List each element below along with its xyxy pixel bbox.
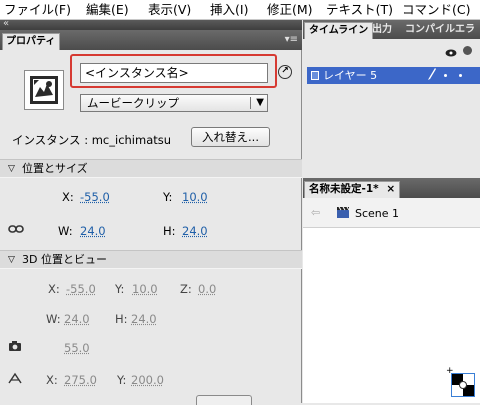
menu-modify[interactable]: 修正(M) — [267, 2, 313, 17]
x3d-value[interactable]: -55.0 — [66, 282, 96, 296]
symbol-type-select[interactable]: ムービークリップ ▼ — [80, 94, 268, 112]
properties-panel: « プロパティ ▾≡ <インスタンス名> ↗ ムービークリップ ▼ インスタンス… — [0, 18, 302, 405]
perspective-angle-value[interactable]: 55.0 — [64, 341, 90, 355]
w3d-label: W: — [46, 312, 61, 326]
pencil-icon — [427, 67, 437, 86]
vanish-y-label: Y: — [117, 373, 127, 387]
menu-commands[interactable]: コマンド(C) — [402, 2, 470, 17]
scene-label[interactable]: Scene 1 — [355, 207, 399, 220]
w-label: W: — [58, 224, 73, 238]
visibility-dot[interactable] — [444, 74, 447, 77]
vanish-x-label: X: — [46, 373, 58, 387]
document-tab-label: 名称未設定-1* — [309, 183, 379, 195]
symbol-type-value: ムービークリップ — [87, 96, 179, 110]
stage-area[interactable]: + — [303, 228, 480, 403]
menu-view[interactable]: 表示(V) — [148, 2, 191, 17]
back-arrow-icon[interactable]: ⇦ — [311, 206, 320, 219]
right-panel: タイムライン 出力 コンパイルエラー レイヤー 5 名称未設定-1* — [303, 20, 480, 403]
movieclip-symbol-icon — [24, 70, 64, 110]
vanish-y-value[interactable]: 200.0 — [131, 373, 164, 387]
section-3d-position-view[interactable]: ▽ 3D 位置とビュー — [0, 250, 302, 269]
registration-point-icon — [459, 381, 467, 389]
menu-edit[interactable]: 編集(E) — [86, 2, 129, 17]
layer-name: レイヤー 5 — [323, 69, 378, 82]
properties-tab-bar: プロパティ ▾≡ — [0, 30, 302, 50]
instance-name-input[interactable]: <インスタンス名> — [80, 63, 268, 83]
w3d-value: 24.0 — [64, 312, 90, 326]
vanish-x-value[interactable]: 275.0 — [64, 373, 97, 387]
lock-dot[interactable] — [459, 74, 462, 77]
panel-collapse-strip[interactable]: « — [0, 18, 302, 30]
z3d-value[interactable]: 0.0 — [198, 282, 216, 296]
document-tab-bar: 名称未設定-1* × — [303, 178, 480, 198]
close-icon[interactable]: × — [386, 183, 395, 195]
reset-button[interactable] — [196, 395, 252, 405]
lock-all-icon[interactable] — [463, 46, 472, 55]
instance-label: インスタンス : mc_ichimatsu — [12, 133, 172, 147]
crosshair-icon: + — [446, 366, 454, 376]
timeline-tab-bar: タイムライン 出力 コンパイルエラー — [303, 20, 480, 51]
timeline-body: レイヤー 5 — [303, 39, 480, 189]
vanishing-point-icon — [8, 372, 22, 387]
swap-symbol-button[interactable]: 入れ替え... — [191, 127, 270, 147]
section-position-size-label: 位置とサイズ — [22, 162, 88, 175]
z3d-label: Z: — [180, 282, 192, 296]
y3d-label: Y: — [115, 282, 125, 296]
tab-properties[interactable]: プロパティ — [2, 33, 60, 50]
y3d-value[interactable]: 10.0 — [132, 282, 158, 296]
edit-bar: ⇦ Scene 1 — [303, 198, 480, 228]
h-label: H: — [163, 224, 176, 238]
camera-icon — [8, 340, 22, 355]
y-value[interactable]: 10.0 — [182, 190, 208, 204]
x-label: X: — [62, 190, 74, 204]
chevron-down-icon: ▼ — [256, 97, 264, 108]
tab-compiler-errors[interactable]: コンパイルエラー — [401, 22, 480, 51]
layer-row[interactable]: レイヤー 5 — [307, 67, 480, 84]
edit-symbol-arrow-icon[interactable]: ↗ — [278, 65, 292, 79]
h3d-label: H: — [115, 312, 128, 326]
h-value[interactable]: 24.0 — [182, 224, 208, 238]
section-3d-label: 3D 位置とビュー — [22, 253, 107, 266]
x-value[interactable]: -55.0 — [80, 190, 110, 204]
link-chain-icon[interactable] — [8, 224, 24, 237]
collapse-arrows-icon[interactable]: « — [3, 18, 9, 29]
w-value[interactable]: 24.0 — [80, 224, 106, 238]
panel-options-menu-icon[interactable]: ▾≡ — [285, 34, 298, 45]
select-divider — [250, 97, 251, 109]
tab-output[interactable]: 出力 — [368, 22, 396, 39]
selected-movieclip[interactable] — [451, 373, 475, 397]
eye-icon[interactable] — [445, 47, 457, 60]
x3d-label: X: — [48, 282, 60, 296]
expand-triangle-icon: ▽ — [8, 164, 15, 174]
document-tab[interactable]: 名称未設定-1* × — [304, 181, 401, 198]
menu-text[interactable]: テキスト(T) — [326, 2, 393, 17]
layer-page-icon — [311, 71, 319, 80]
scene-clapper-icon — [336, 206, 350, 222]
expand-triangle-icon: ▽ — [8, 255, 15, 265]
section-position-size[interactable]: ▽ 位置とサイズ — [0, 159, 302, 178]
h3d-value: 24.0 — [131, 312, 157, 326]
menu-insert[interactable]: 挿入(I) — [210, 2, 248, 17]
menu-file[interactable]: ファイル(F) — [4, 2, 71, 17]
menu-bar: ファイル(F) 編集(E) 表示(V) 挿入(I) 修正(M) テキスト(T) … — [0, 0, 480, 20]
y-label: Y: — [163, 190, 173, 204]
tab-timeline[interactable]: タイムライン — [304, 22, 374, 39]
